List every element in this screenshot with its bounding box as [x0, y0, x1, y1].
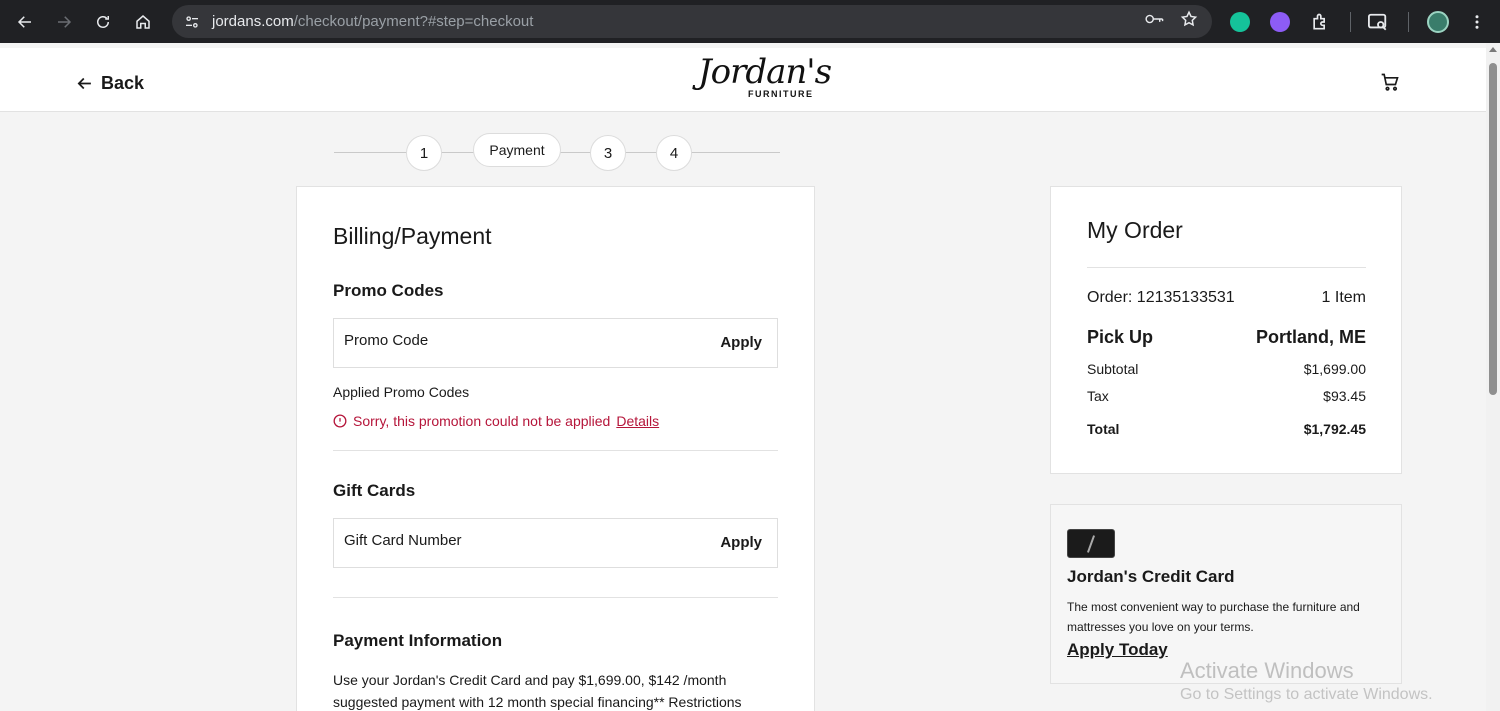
scroll-up-arrow-icon[interactable]	[1489, 47, 1497, 52]
cart-icon[interactable]	[1380, 72, 1400, 92]
gift-card-apply-button[interactable]: Apply	[720, 534, 762, 551]
pickup-row: Pick Up Portland, ME	[1087, 327, 1366, 348]
promo-code-field: Apply	[333, 318, 778, 368]
applied-promo-label: Applied Promo Codes	[333, 384, 470, 400]
credit-card-image	[1067, 529, 1115, 558]
order-number: Order: 12135133531	[1087, 289, 1235, 306]
credit-card-promo: Jordan's Credit Card The most convenient…	[1050, 504, 1402, 684]
password-key-icon[interactable]	[1144, 12, 1164, 31]
promo-error-text: Sorry, this promotion could not be appli…	[353, 413, 611, 429]
tax-row: Tax $93.45	[1087, 388, 1366, 404]
profile-avatar-icon[interactable]	[1427, 0, 1449, 43]
payment-financing-text: Use your Jordan's Credit Card and pay $1…	[333, 672, 742, 710]
back-label: Back	[101, 73, 145, 93]
pickup-location: Portland, ME	[1255, 327, 1366, 347]
back-arrow-icon[interactable]	[5, 0, 45, 43]
forward-arrow-icon[interactable]	[44, 0, 84, 43]
promo-code-input[interactable]	[344, 332, 684, 349]
step-payment[interactable]: Payment	[473, 133, 561, 167]
address-bar[interactable]: jordans.com/checkout/payment?#step=check…	[172, 5, 1212, 38]
back-button[interactable]: Back	[76, 73, 144, 94]
gift-card-field: Apply	[333, 518, 778, 568]
apply-today-link[interactable]: Apply Today	[1067, 640, 1168, 660]
billing-panel: Billing/Payment Promo Codes Apply Applie…	[296, 186, 815, 711]
step-1[interactable]: 1	[406, 135, 442, 171]
pickup-label: Pick Up	[1087, 327, 1154, 347]
activate-windows-subtext: Go to Settings to activate Windows.	[1180, 686, 1433, 703]
extension-purple-icon[interactable]	[1270, 0, 1290, 43]
tab-search-icon[interactable]	[1367, 0, 1389, 43]
site-header: Back Jordan's FURNITURE	[0, 48, 1486, 112]
total-value: $1,792.45	[1303, 421, 1366, 437]
promo-error-message: Sorry, this promotion could not be appli…	[333, 413, 659, 429]
checkout-stepper: 1 Payment 3 4	[334, 133, 780, 171]
order-number-row: Order: 12135133531 1 Item	[1087, 289, 1366, 307]
error-alert-icon	[333, 414, 347, 428]
order-item-count: 1 Item	[1321, 289, 1366, 306]
order-title: My Order	[1087, 217, 1183, 243]
toolbar-separator	[1408, 0, 1409, 43]
grammarly-extension-icon[interactable]	[1230, 0, 1250, 43]
credit-card-title: Jordan's Credit Card	[1067, 567, 1235, 586]
gift-cards-heading: Gift Cards	[333, 481, 416, 500]
subtotal-value: $1,699.00	[1303, 361, 1366, 377]
extensions-puzzle-icon[interactable]	[1310, 0, 1330, 43]
billing-title: Billing/Payment	[333, 223, 492, 249]
order-summary-panel: My Order Order: 12135133531 1 Item Pick …	[1050, 186, 1402, 474]
tax-label: Tax	[1087, 388, 1109, 404]
back-arrow-icon	[77, 77, 91, 90]
total-row: Total $1,792.45	[1087, 421, 1366, 437]
browser-menu-icon[interactable]	[1468, 0, 1486, 43]
promo-heading: Promo Codes	[333, 281, 444, 300]
subtotal-row: Subtotal $1,699.00	[1087, 361, 1366, 377]
gift-card-input[interactable]	[344, 532, 684, 549]
order-divider	[1087, 267, 1366, 268]
toolbar-separator	[1350, 0, 1351, 43]
step-3[interactable]: 3	[590, 135, 626, 171]
promo-apply-button[interactable]: Apply	[720, 334, 762, 351]
scroll-thumb[interactable]	[1489, 63, 1497, 395]
site-info-icon[interactable]	[176, 14, 208, 30]
payment-info-heading: Payment Information	[333, 631, 503, 650]
url-text[interactable]: jordans.com/checkout/payment?#step=check…	[212, 13, 533, 30]
jordans-logo[interactable]: Jordan's FURNITURE	[684, 52, 832, 106]
reload-icon[interactable]	[83, 0, 123, 43]
step-4[interactable]: 4	[656, 135, 692, 171]
total-label: Total	[1087, 421, 1120, 437]
subtotal-label: Subtotal	[1087, 361, 1139, 377]
tax-value: $93.45	[1323, 388, 1366, 404]
browser-toolbar: jordans.com/checkout/payment?#step=check…	[0, 0, 1500, 43]
page-scrollbar[interactable]	[1486, 43, 1500, 711]
home-icon[interactable]	[123, 0, 163, 43]
section-divider	[333, 597, 778, 598]
activate-windows-watermark: Activate Windows	[1180, 658, 1354, 683]
section-divider	[333, 450, 778, 451]
promo-details-link[interactable]: Details	[616, 413, 659, 429]
bookmark-star-icon[interactable]	[1180, 10, 1198, 33]
credit-card-description: The most convenient way to purchase the …	[1067, 600, 1360, 634]
